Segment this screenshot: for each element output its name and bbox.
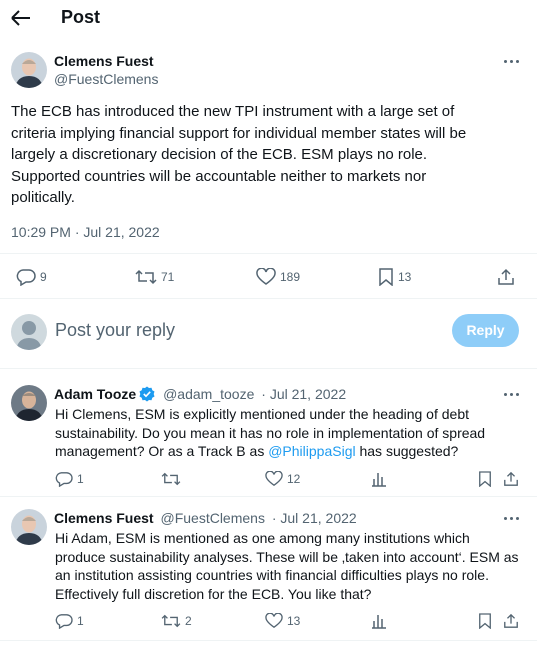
like-count: 13 (287, 614, 301, 628)
repost-count: 71 (161, 270, 175, 284)
reply-action[interactable]: 1 (55, 471, 84, 487)
bookmark-action[interactable] (478, 471, 492, 487)
repost-action[interactable]: 71 (135, 268, 174, 286)
reply-date[interactable]: · Jul 21, 2022 (272, 510, 357, 526)
tweet-timestamp[interactable]: 10:29 PM · Jul 21, 2022 (11, 224, 160, 240)
divider (0, 368, 537, 369)
repost-icon (135, 268, 157, 286)
share-action[interactable] (503, 471, 519, 487)
repost-count: 2 (185, 614, 192, 628)
share-action[interactable] (503, 613, 519, 629)
reply-avatar[interactable] (11, 385, 47, 421)
reply-author-name[interactable]: Adam Tooze (54, 386, 136, 402)
share-action[interactable] (497, 268, 515, 286)
reply-icon (55, 471, 73, 487)
bookmark-action[interactable]: 13 (378, 268, 411, 286)
bookmark-count: 13 (398, 270, 412, 284)
reply-button[interactable]: Reply (452, 314, 519, 347)
share-icon (503, 613, 519, 629)
reply-author-handle[interactable]: @adam_tooze (163, 386, 254, 402)
reply-icon (55, 613, 73, 629)
bookmark-action[interactable] (478, 613, 492, 629)
mention-link[interactable]: @PhilippaSigl (268, 443, 355, 459)
share-icon (503, 471, 519, 487)
like-count: 189 (280, 270, 301, 284)
reply-icon (16, 268, 36, 286)
more-options-icon[interactable] (503, 515, 521, 523)
like-action[interactable]: 189 (256, 268, 300, 286)
reply-count: 1 (77, 614, 84, 628)
reply-avatar[interactable] (11, 509, 47, 545)
divider (0, 298, 537, 299)
repost-icon (161, 613, 181, 629)
verified-badge-icon (139, 386, 155, 405)
page-title: Post (61, 7, 101, 27)
bookmark-icon (478, 613, 492, 629)
reply-count: 1 (77, 472, 84, 486)
reply-action[interactable]: 9 (16, 268, 47, 286)
reply-author-name[interactable]: Clemens Fuest (54, 510, 154, 526)
repost-action[interactable]: 2 (161, 613, 192, 629)
reply-text: Hi Adam, ESM is mentioned as one among m… (55, 530, 519, 602)
bookmark-icon (478, 471, 492, 487)
heart-icon (265, 613, 283, 629)
views-action[interactable] (372, 613, 386, 629)
reply-date[interactable]: · Jul 21, 2022 (261, 386, 346, 402)
share-icon (497, 268, 515, 286)
repost-icon (161, 471, 181, 487)
views-chart-icon (372, 613, 386, 629)
more-options-icon[interactable] (503, 391, 521, 399)
author-name[interactable]: Clemens Fuest (54, 53, 154, 69)
reply-action[interactable]: 1 (55, 613, 84, 629)
divider (0, 640, 537, 641)
views-chart-icon (372, 471, 386, 487)
like-count: 12 (287, 472, 301, 486)
back-arrow-icon[interactable] (10, 8, 32, 28)
like-action[interactable]: 12 (265, 471, 300, 487)
reply-input[interactable]: Post your reply (55, 320, 175, 341)
bookmark-icon (378, 268, 394, 286)
divider (0, 496, 537, 497)
heart-icon (256, 268, 276, 286)
views-action[interactable] (372, 471, 386, 487)
reply-header: Clemens Fuest @FuestClemens · Jul 21, 20… (54, 510, 357, 526)
reply-header: Adam Tooze @adam_tooze · Jul 21, 2022 (54, 386, 346, 405)
top-bar: Post (0, 0, 537, 36)
reply-text: Hi Clemens, ESM is explicitly mentioned … (55, 406, 486, 459)
reply-count: 9 (40, 270, 47, 284)
heart-icon (265, 471, 283, 487)
like-action[interactable]: 13 (265, 613, 300, 629)
divider (0, 253, 537, 254)
reply-author-handle[interactable]: @FuestClemens (160, 510, 264, 526)
user-avatar (11, 314, 47, 350)
author-avatar[interactable] (11, 52, 47, 88)
author-handle[interactable]: @FuestClemens (54, 71, 158, 87)
repost-action[interactable] (161, 471, 185, 487)
tweet-text: The ECB has introduced the new TPI instr… (11, 103, 467, 206)
more-options-icon[interactable] (503, 58, 521, 66)
